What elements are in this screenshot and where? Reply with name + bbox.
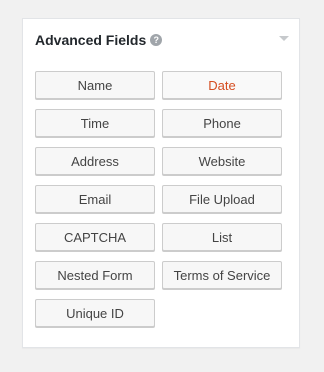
field-button-time[interactable]: Time (35, 109, 155, 137)
field-button-unique-id[interactable]: Unique ID (35, 299, 155, 327)
field-button-email[interactable]: Email (35, 185, 155, 213)
field-button-file-upload[interactable]: File Upload (162, 185, 282, 213)
field-button-name[interactable]: Name (35, 71, 155, 99)
advanced-fields-panel: Advanced Fields ? Name Date Time Phone A… (22, 18, 300, 348)
field-button-date[interactable]: Date (162, 71, 282, 99)
field-button-phone[interactable]: Phone (162, 109, 282, 137)
question-circle-icon[interactable]: ? (150, 34, 163, 46)
field-button-captcha[interactable]: CAPTCHA (35, 223, 155, 251)
field-button-nested-form[interactable]: Nested Form (35, 261, 155, 289)
collapse-toggle-icon[interactable] (279, 36, 289, 41)
field-button-website[interactable]: Website (162, 147, 282, 175)
panel-title: Advanced Fields (35, 32, 147, 48)
panel-header[interactable]: Advanced Fields ? (23, 19, 299, 61)
field-button-terms-of-service[interactable]: Terms of Service (162, 261, 282, 289)
field-button-address[interactable]: Address (35, 147, 155, 175)
field-button-list[interactable]: List (162, 223, 282, 251)
